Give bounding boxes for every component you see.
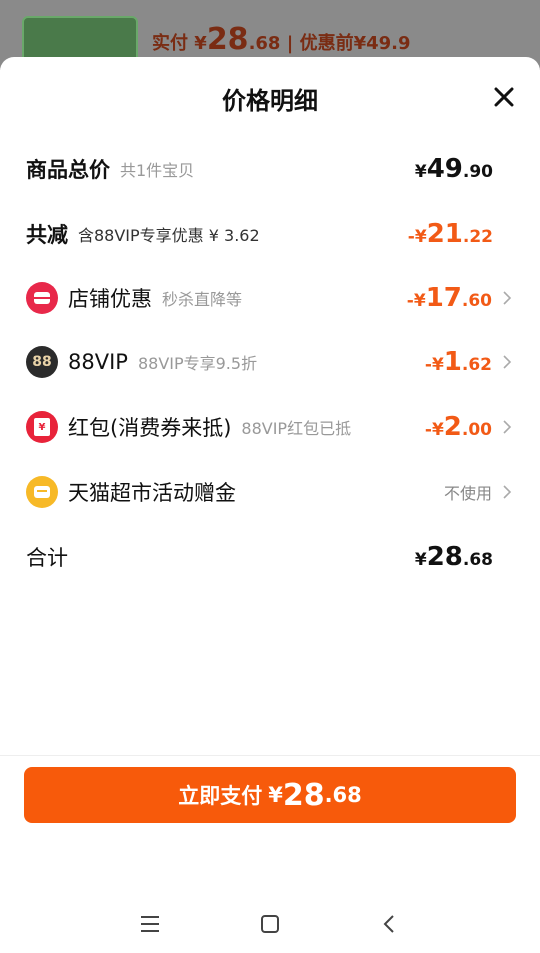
pay-dec: .68 <box>324 783 362 807</box>
background-price-summary: 实付 ¥28.68 | 优惠前¥49.9 <box>152 22 411 57</box>
amount-prefix: ¥ <box>414 550 427 570</box>
amount-dec: .62 <box>461 355 492 375</box>
amount-dec: .90 <box>462 162 493 182</box>
row-amount: 不使用 <box>443 484 492 503</box>
row-label: 商品总价 <box>26 158 110 182</box>
row-sub: 88VIP专享9.5折 <box>137 354 258 373</box>
row-amount: ¥28.68 <box>415 542 493 572</box>
row-label: 店铺优惠 <box>68 287 152 311</box>
system-nav-bar <box>0 913 540 953</box>
pay-currency: ¥ <box>268 783 283 807</box>
price-detail-sheet: 价格明细 商品总价 共1件宝贝 ¥49.90 共减 含88VIP专享优惠 ¥ 3… <box>0 57 540 933</box>
amount-dec: .22 <box>462 227 493 247</box>
row-amount: -¥1.62 <box>425 347 492 377</box>
amount-dec: .60 <box>461 291 492 311</box>
amount-int: 28 <box>426 542 463 572</box>
coin-card-icon <box>26 476 58 508</box>
close-icon[interactable] <box>492 85 516 109</box>
amount-prefix: ¥ <box>414 162 427 182</box>
amount-int: 17 <box>425 283 462 313</box>
row-sub: 含88VIP专享优惠 ¥ 3.62 <box>78 226 260 245</box>
before-label: 优惠前 <box>299 33 354 54</box>
back-icon[interactable] <box>379 913 401 935</box>
row-amount: ¥49.90 <box>415 154 493 184</box>
row-label: 合计 <box>26 546 68 570</box>
row-tmall-bonus[interactable]: 天猫超市活动赠金 不使用 <box>26 472 514 512</box>
home-icon[interactable] <box>259 913 281 935</box>
amount-int: 49 <box>426 154 463 184</box>
chevron-right-icon <box>503 485 512 499</box>
amount-dec: .68 <box>462 550 493 570</box>
paid-currency: ¥ <box>194 33 207 54</box>
row-amount: -¥21.22 <box>408 219 493 249</box>
row-88vip[interactable]: 88 88VIP 88VIP专享9.5折 -¥1.62 <box>26 342 514 382</box>
amount-prefix: -¥ <box>407 227 427 247</box>
vip-88-icon: 88 <box>26 346 58 378</box>
row-label: 天猫超市活动赠金 <box>68 481 236 505</box>
amount-prefix: -¥ <box>406 291 426 311</box>
pay-now-button[interactable]: 立即支付 ¥28.68 <box>24 767 516 823</box>
row-grand-total: 合计 ¥28.68 <box>26 537 514 577</box>
amount-int: 2 <box>443 412 462 442</box>
row-label: 88VIP <box>68 350 128 374</box>
amount-int: 21 <box>426 219 463 249</box>
paid-dec: .68 <box>248 33 281 54</box>
row-sub: 秒杀直降等 <box>162 290 243 309</box>
red-packet-icon: ¥ <box>26 411 58 443</box>
paid-int: 28 <box>206 22 249 57</box>
row-sub: 共1件宝贝 <box>120 161 195 180</box>
pay-int: 28 <box>282 777 325 813</box>
row-goods-total: 商品总价 共1件宝贝 ¥49.90 <box>26 149 514 189</box>
vip-icon-text: 88 <box>32 354 52 370</box>
footer-divider <box>0 755 540 756</box>
row-label: 红包(消费券来抵) <box>68 416 232 440</box>
row-red-packet[interactable]: ¥ 红包(消费券来抵) 88VIP红包已抵 -¥2.00 <box>26 407 514 447</box>
chevron-right-icon <box>503 355 512 369</box>
amount-int: 1 <box>443 347 462 377</box>
before-value: ¥49.9 <box>353 33 411 54</box>
shop-icon <box>26 282 58 314</box>
amount-prefix: -¥ <box>424 355 444 375</box>
row-label: 共减 <box>26 223 68 247</box>
row-amount: -¥2.00 <box>425 412 492 442</box>
pay-label: 立即支付 <box>178 784 263 808</box>
amount-prefix: -¥ <box>424 420 444 440</box>
chevron-right-icon <box>503 420 512 434</box>
row-sub: 88VIP红包已抵 <box>241 419 352 438</box>
separator: | <box>286 33 294 54</box>
menu-icon[interactable] <box>139 913 161 935</box>
chevron-right-icon <box>503 291 512 305</box>
paid-label: 实付 <box>152 33 188 54</box>
red-packet-icon-text: ¥ <box>38 421 46 433</box>
row-total-discount: 共减 含88VIP专享优惠 ¥ 3.62 -¥21.22 <box>26 214 514 254</box>
amount-dec: .00 <box>461 420 492 440</box>
sheet-title: 价格明细 <box>222 87 318 115</box>
row-amount: -¥17.60 <box>407 283 492 313</box>
row-shop-discount[interactable]: 店铺优惠 秒杀直降等 -¥17.60 <box>26 278 514 318</box>
